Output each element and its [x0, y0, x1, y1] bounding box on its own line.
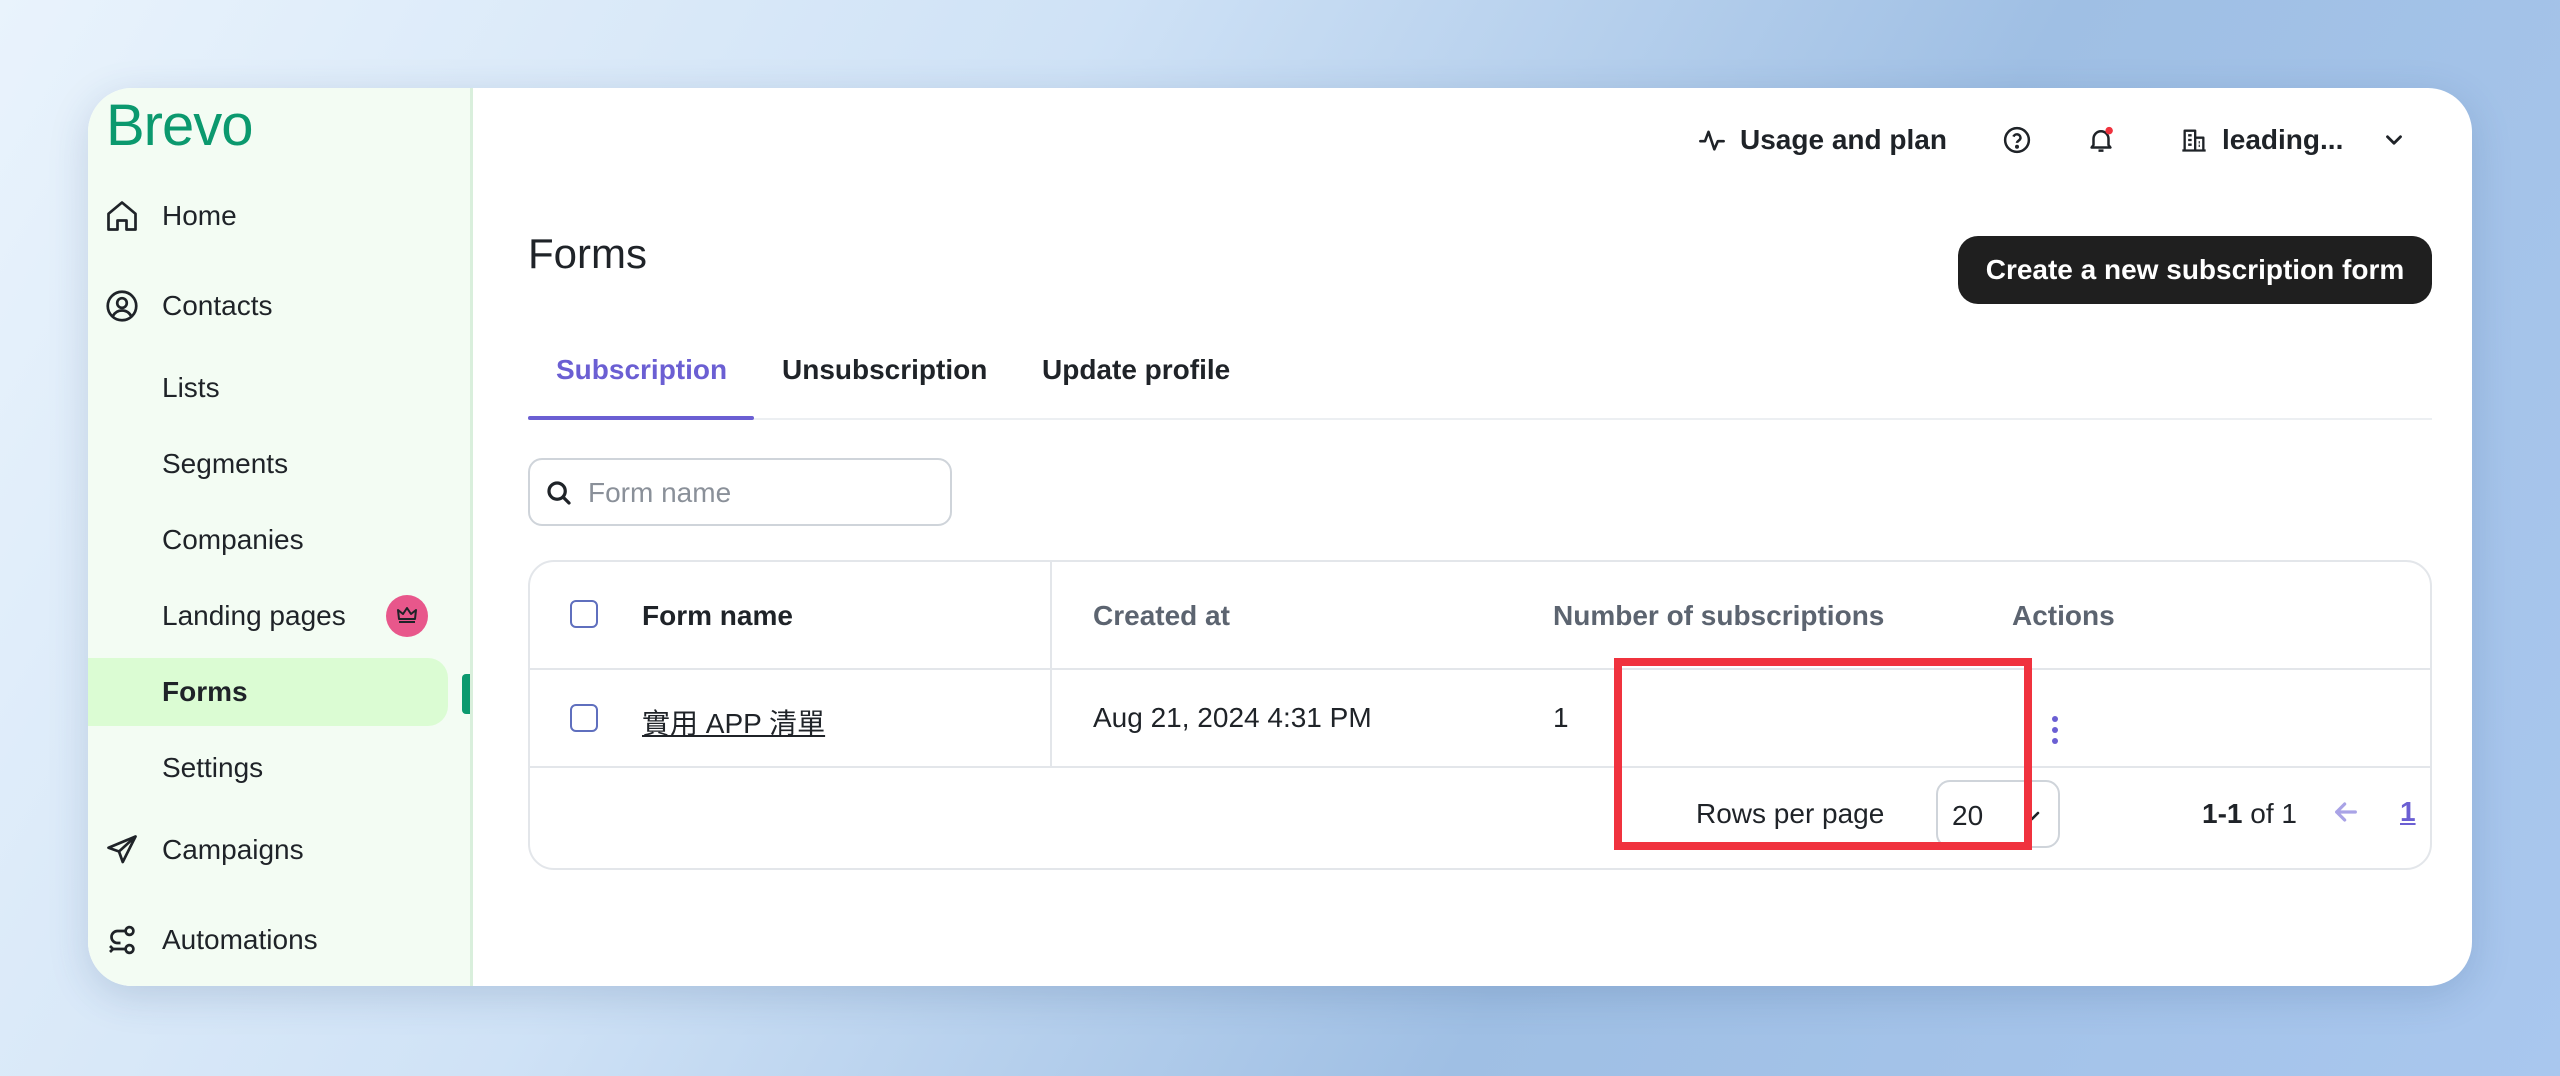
sidebar: Brevo Home Contacts Lists Segments Compa…: [88, 88, 473, 986]
sidebar-item-automations[interactable]: Automations: [88, 908, 470, 972]
rows-per-page-label: Rows per page: [1696, 798, 1885, 829]
rows-per-page-value: 20: [1952, 800, 1984, 831]
page-number-current[interactable]: 1: [2400, 796, 2416, 828]
active-nav-background: [88, 658, 448, 726]
page-title: Forms: [528, 230, 647, 277]
active-nav-marker: [462, 674, 470, 714]
activity-icon: [1699, 130, 1725, 151]
sidebar-item-settings[interactable]: Settings: [88, 736, 470, 800]
sidebar-item-landing-pages[interactable]: Landing pages: [88, 584, 470, 648]
search-input[interactable]: [586, 470, 940, 516]
automations-icon: [109, 925, 135, 955]
form-search-box[interactable]: [528, 458, 952, 526]
pagination-range: 1-1 of 1: [2202, 798, 2297, 830]
select-all-checkbox[interactable]: [570, 600, 598, 628]
forms-table: Form name Created at Number of subscript…: [528, 560, 2432, 870]
previous-page-icon[interactable]: [2330, 796, 2362, 828]
contacts-icon: [106, 290, 138, 322]
created-at-value: Aug 21, 2024 4:31 PM: [1093, 702, 1372, 733]
sidebar-item-label: Segments: [162, 448, 289, 479]
sidebar-item-label: Companies: [162, 524, 304, 555]
row-divider: [530, 766, 2430, 768]
sidebar-item-segments[interactable]: Segments: [88, 432, 470, 496]
tab-subscription[interactable]: Subscription: [528, 346, 754, 420]
help-icon: [2003, 126, 2031, 154]
sidebar-item-label: Campaigns: [162, 834, 304, 865]
sidebar-item-companies[interactable]: Companies: [88, 508, 470, 572]
column-header-subscriptions[interactable]: Number of subscriptions: [1553, 600, 1884, 632]
create-subscription-form-button[interactable]: Create a new subscription form: [1958, 236, 2432, 304]
sidebar-item-label: Forms: [162, 676, 248, 707]
sidebar-item-label: Lists: [162, 372, 220, 403]
column-divider: [1050, 562, 1052, 766]
column-header-created-at[interactable]: Created at: [1093, 600, 1230, 632]
help-button[interactable]: [2002, 116, 2032, 164]
tab-label: Unsubscription: [782, 354, 988, 385]
header-divider: [530, 668, 2430, 670]
search-icon: [547, 481, 571, 505]
sidebar-item-label: Settings: [162, 752, 264, 783]
range-total: of 1: [2250, 798, 2297, 829]
sidebar-item-home[interactable]: Home: [88, 184, 470, 248]
subscriptions-count: 1: [1553, 702, 1569, 733]
chevron-down-icon: [2386, 135, 2403, 145]
row-checkbox[interactable]: [570, 704, 598, 732]
sidebar-item-label: Home: [162, 200, 237, 231]
sidebar-item-campaigns[interactable]: Campaigns: [88, 818, 470, 882]
sidebar-item-label: Contacts: [162, 290, 273, 321]
tab-update-profile[interactable]: Update profile: [1042, 346, 1262, 418]
account-switcher[interactable]: leading...: [2180, 116, 2407, 164]
bell-icon: [2090, 126, 2113, 152]
tab-unsubscription[interactable]: Unsubscription: [782, 346, 1002, 418]
account-name: leading...: [2222, 124, 2344, 155]
crown-icon: [397, 607, 417, 623]
premium-crown-badge: [386, 595, 428, 637]
range-value: 1-1: [2202, 798, 2243, 829]
column-header-form-name[interactable]: Form name: [642, 600, 793, 632]
sidebar-item-label: Landing pages: [162, 600, 346, 631]
brevo-logo[interactable]: Brevo: [106, 92, 254, 159]
app-window: Brevo Home Contacts Lists Segments Compa…: [88, 88, 2472, 986]
form-name-link[interactable]: 實用 APP 清單: [642, 702, 825, 742]
building-icon: [2182, 129, 2206, 152]
sidebar-item-lists[interactable]: Lists: [88, 356, 470, 420]
usage-and-plan-button[interactable]: Usage and plan: [1698, 116, 1947, 164]
sidebar-item-forms[interactable]: Forms: [88, 658, 470, 726]
chevron-down-icon: [2024, 811, 2040, 821]
more-actions-icon[interactable]: [2040, 710, 2070, 750]
paper-plane-icon: [107, 835, 137, 864]
usage-and-plan-label: Usage and plan: [1740, 124, 1947, 155]
tab-label: Subscription: [556, 354, 728, 385]
tab-label: Update profile: [1042, 354, 1231, 385]
column-header-actions: Actions: [2012, 600, 2115, 631]
form-type-tabs: Subscription Unsubscription Update profi…: [528, 346, 2432, 420]
notifications-button[interactable]: [2086, 116, 2116, 164]
home-icon: [107, 201, 137, 231]
sidebar-item-contacts[interactable]: Contacts: [88, 274, 470, 338]
rows-per-page-select[interactable]: 20: [1936, 780, 2060, 848]
sidebar-item-label: Automations: [162, 924, 318, 955]
